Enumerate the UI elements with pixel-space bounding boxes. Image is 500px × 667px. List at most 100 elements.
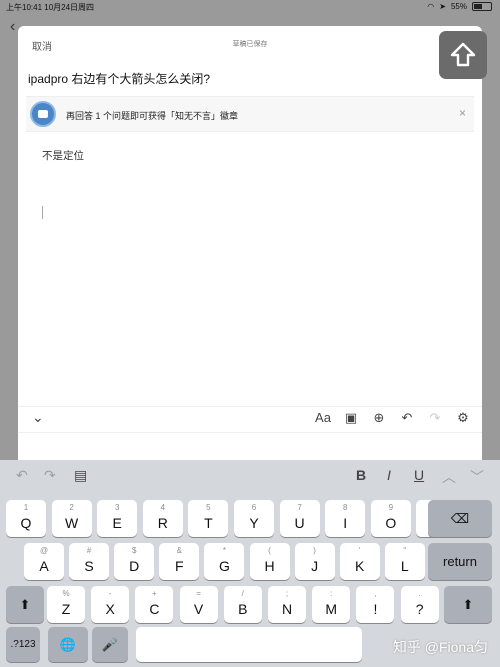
key-L[interactable]: " L: [384, 543, 425, 580]
shift-key-right[interactable]: ⬆: [444, 586, 492, 623]
key-hint: %: [62, 589, 70, 598]
kb-down-icon[interactable]: ﹀: [470, 467, 484, 487]
key-hint: 2: [69, 503, 74, 512]
key-label: N: [281, 601, 293, 617]
key-hint: 8: [342, 503, 348, 512]
numbers-key[interactable]: .?123: [6, 627, 40, 662]
key-label: J: [311, 558, 319, 574]
key-R[interactable]: 4R: [142, 500, 183, 537]
key-D[interactable]: $ D: [114, 543, 155, 580]
status-time: 上午10:41 10月24日周四: [6, 3, 95, 12]
key-label: Q: [20, 515, 32, 531]
font-format-icon[interactable]: Aa: [314, 410, 332, 426]
key-hint: =: [196, 589, 201, 598]
key-label: L: [400, 558, 409, 574]
draft-status: 草稿已保存: [232, 41, 268, 48]
key-label: E: [112, 515, 122, 531]
question-title: ipadpro 右边有个大箭头怎么关闭?: [28, 72, 211, 86]
key-hint: ): [313, 546, 316, 555]
microphone-icon: 🎤: [101, 636, 119, 652]
key-hint: ": [403, 546, 407, 555]
delete-key[interactable]: ⌫: [428, 500, 492, 537]
kb-bold-button[interactable]: B: [356, 467, 366, 483]
undo-icon[interactable]: ↶: [398, 410, 416, 426]
keyboard-shortcut-bar: ↶ ↷ ▤ B I U ︿ ﹀: [0, 460, 500, 494]
key-label: T: [204, 515, 213, 531]
location-icon: ➤: [439, 2, 446, 11]
key-hint: @: [39, 546, 49, 555]
microphone-key[interactable]: 🎤: [92, 627, 128, 662]
settings-icon[interactable]: ⚙: [454, 410, 472, 426]
battery-icon: [472, 2, 492, 11]
status-bar: 上午10:41 10月24日周四 ◠ ➤ 55%: [0, 0, 500, 14]
key-B[interactable]: / B: [223, 586, 262, 623]
key-label: C: [149, 601, 160, 617]
return-key[interactable]: return: [428, 543, 492, 580]
key-C[interactable]: + C: [135, 586, 174, 623]
kb-underline-button[interactable]: U: [414, 467, 424, 483]
key-hint: .: [418, 589, 421, 598]
close-icon[interactable]: ×: [459, 106, 466, 120]
add-icon[interactable]: ⊕: [370, 410, 388, 426]
key-O[interactable]: 9O: [370, 500, 411, 537]
key-S[interactable]: # S: [69, 543, 110, 580]
globe-icon: 🌐: [59, 636, 77, 652]
key-hint: -: [108, 589, 112, 598]
key-hint: ': [358, 546, 361, 555]
key-label: G: [218, 558, 230, 574]
back-icon[interactable]: ‹: [10, 18, 15, 36]
key-X[interactable]: -X: [91, 586, 130, 623]
key-?[interactable]: .?: [400, 586, 439, 623]
kb-undo-icon[interactable]: ↶: [16, 467, 28, 484]
key-I[interactable]: 8I: [325, 500, 366, 537]
key-hint: $: [131, 546, 137, 555]
kb-paste-icon[interactable]: ▤: [74, 467, 87, 484]
key-U[interactable]: 7U: [279, 500, 320, 537]
key-label: ?: [415, 601, 424, 617]
key-label: Y: [249, 515, 259, 531]
kb-redo-icon[interactable]: ↷: [44, 467, 56, 484]
key-V[interactable]: = V: [179, 586, 218, 623]
watermark: 知乎 @Fiona匀: [392, 639, 488, 655]
key-K[interactable]: ' K: [339, 543, 380, 580]
key-W[interactable]: 2W: [51, 500, 92, 537]
globe-key[interactable]: 🌐: [48, 627, 88, 662]
key-label: S: [84, 558, 94, 574]
key-N[interactable]: ; N: [268, 586, 306, 623]
key-hint: 7: [297, 503, 302, 512]
key-H[interactable]: (H: [249, 543, 290, 580]
key-hint: &: [176, 546, 182, 555]
key-hint: :: [330, 589, 333, 598]
key-Q[interactable]: 1Q: [6, 500, 46, 537]
key-label: D: [129, 558, 140, 574]
answer-text[interactable]: 不是定位: [42, 148, 84, 163]
key-label: R: [157, 515, 168, 531]
key-T[interactable]: 5T: [188, 500, 229, 537]
space-key[interactable]: [136, 627, 362, 662]
key-M[interactable]: :M: [312, 586, 351, 623]
key-label: U: [294, 515, 305, 531]
collapse-keyboard-icon[interactable]: ⌄: [32, 409, 44, 426]
badge-banner[interactable]: 再回答 1 个问题即可获得「知无不言」徽章 ×: [26, 96, 474, 132]
key-Z[interactable]: % Z: [47, 586, 85, 623]
redo-icon[interactable]: ↷: [426, 410, 444, 426]
key-G[interactable]: * G: [204, 543, 245, 580]
key-![interactable]: ,!: [356, 586, 395, 623]
image-icon[interactable]: ▣: [342, 410, 360, 426]
key-label: Z: [61, 601, 71, 617]
key-label: H: [264, 558, 275, 574]
editor-footer: [18, 432, 482, 461]
key-Y[interactable]: 6Y: [234, 500, 274, 537]
kb-italic-button[interactable]: I: [387, 467, 391, 483]
key-label: !: [373, 601, 378, 617]
shift-key-left[interactable]: ⬆: [6, 586, 44, 623]
key-J[interactable]: ) J: [294, 543, 335, 580]
key-label: F: [175, 558, 184, 574]
key-hint: /: [241, 589, 244, 598]
key-E[interactable]: 3E: [97, 500, 138, 537]
key-A[interactable]: @ A: [24, 543, 64, 580]
key-hint: ,: [374, 589, 377, 598]
kb-up-icon[interactable]: ︿: [442, 467, 456, 487]
key-F[interactable]: & F: [159, 543, 200, 580]
scroll-to-top-button[interactable]: [439, 31, 487, 79]
